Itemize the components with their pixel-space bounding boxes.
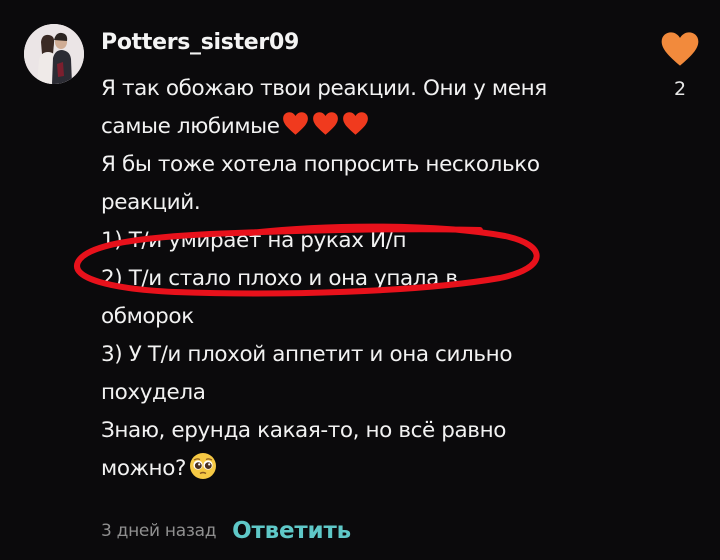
comment-footer: 3 дней назад Ответить — [101, 518, 351, 544]
comment-line: 3) У Т/и плохой аппетит и она сильно — [101, 342, 513, 367]
comment-line: 2) Т/и стало плохо и она упала в — [101, 266, 458, 291]
pleading-face-emoji — [189, 452, 217, 493]
comment-line-text: самые любимые — [101, 114, 280, 139]
username[interactable]: Potters_sister09 — [101, 30, 299, 55]
comment-line: можно? — [101, 450, 621, 488]
like-count: 2 — [673, 78, 687, 100]
pleading-face-icon — [189, 453, 216, 479]
comment: Potters_sister09 Я так обожаю твои реакц… — [0, 0, 720, 560]
comment-line-text: можно? — [101, 456, 186, 481]
comment-line: похудела — [101, 380, 206, 405]
like-button[interactable] — [660, 30, 700, 70]
avatar-photo — [24, 24, 84, 84]
avatar[interactable] — [24, 24, 84, 84]
comment-line: 1) Т/и умирает на руках И/п — [101, 228, 407, 253]
comment-line: Я так обожаю твои реакции. Они у меня — [101, 76, 547, 101]
comment-line: реакций. — [101, 190, 201, 215]
comment-line: обморок — [101, 304, 194, 329]
heart-icon — [661, 32, 699, 66]
comment-line: Знаю, ерунда какая-то, но всё равно — [101, 418, 506, 443]
red-heart-icon — [282, 112, 308, 135]
heart-emojis — [282, 111, 372, 149]
red-heart-icon — [342, 112, 368, 135]
reply-button[interactable]: Ответить — [232, 518, 351, 544]
comment-line: Я бы тоже хотела попросить несколько — [101, 152, 540, 177]
comment-line: самые любимые — [101, 108, 621, 146]
red-heart-icon — [312, 112, 338, 135]
timestamp: 3 дней назад — [101, 521, 217, 541]
comment-text: Я так обожаю твои реакции. Они у меня са… — [101, 70, 621, 488]
